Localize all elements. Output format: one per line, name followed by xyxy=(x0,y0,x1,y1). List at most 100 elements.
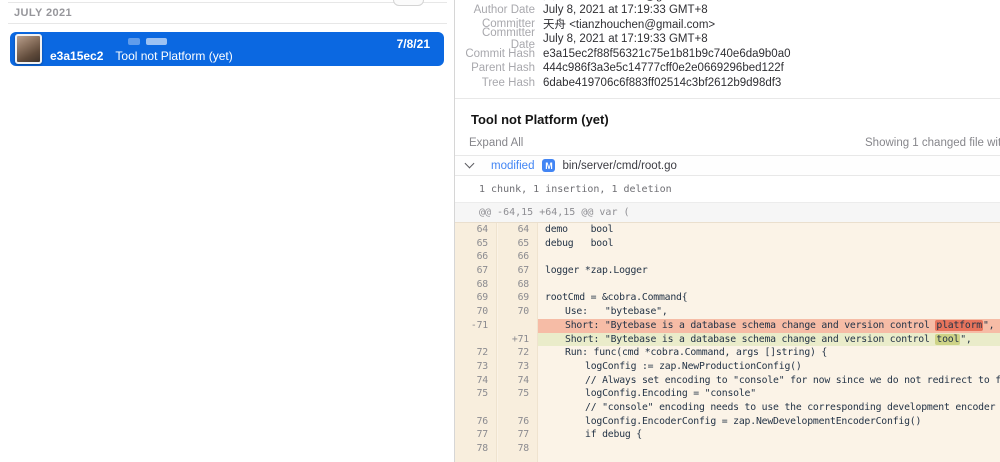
metadata-value: July 8, 2021 at 17:19:33 GMT+8 xyxy=(543,4,708,16)
new-line-number: 73 xyxy=(497,360,538,374)
metadata-row: Committer天舟 <tianzhouchen@gmail.com> xyxy=(455,17,1000,32)
code-line: if debug { xyxy=(538,428,1000,442)
diff-row: -71 Short: "Bytebase is a database schema… xyxy=(455,319,1000,333)
new-line-number xyxy=(497,319,538,333)
file-path: bin/server/cmd/root.go xyxy=(562,160,676,172)
metadata-row: Committer DateJuly 8, 2021 at 17:19:33 G… xyxy=(455,32,1000,47)
old-line-number: 74 xyxy=(455,374,497,388)
old-line-number: 76 xyxy=(455,415,497,429)
metadata-row: Commit Hash e3a15ec2f88f56321c75e1b81b9c7… xyxy=(455,46,1000,61)
diff-row: 6666 xyxy=(455,250,1000,264)
code-line: debug bool xyxy=(538,237,1000,251)
clipped-control-fragment xyxy=(393,0,424,6)
new-line-number: +71 xyxy=(497,333,538,347)
code-line xyxy=(538,250,1000,264)
code-line: logConfig.EncoderConfig = zap.NewDevelop… xyxy=(538,415,1000,429)
old-line-number: 66 xyxy=(455,250,497,264)
diff-row: 7070Use: "bytebase", xyxy=(455,305,1000,319)
old-line-number: 64 xyxy=(455,223,497,237)
new-line-number: 64 xyxy=(497,223,538,237)
metadata-label: Author Date xyxy=(455,4,535,16)
code-line: logConfig.Encoding = "console" xyxy=(538,387,1000,401)
code-line: Use: "bytebase", xyxy=(538,305,1000,319)
author-avatar xyxy=(15,34,42,64)
file-diff-header[interactable]: modified M bin/server/cmd/root.go xyxy=(455,155,1000,176)
old-line-number xyxy=(455,401,497,415)
diff-toolbar: Expand All Showing 1 changed file with 1… xyxy=(455,136,1000,153)
commit-message: Tool not Platform (yet) xyxy=(115,49,232,63)
diff-row: 7474// Always set encoding to "console" … xyxy=(455,374,1000,388)
changed-files-summary: Showing 1 changed file with 1 add xyxy=(865,137,1000,149)
new-line-number xyxy=(497,401,538,415)
old-line-number: 75 xyxy=(455,387,497,401)
git-client-window: JULY 2021 e3a15ec2 Tool not Platform (yet… xyxy=(0,0,1000,462)
metadata-label: Parent Hash xyxy=(455,62,535,74)
new-line-number: 65 xyxy=(497,237,538,251)
old-line-number: 72 xyxy=(455,346,497,360)
commit-detail-panel: Author 天舟 <tianzhouchen@gmail.com> Author … xyxy=(455,0,1000,462)
changed-token: platform xyxy=(935,320,983,331)
metadata-value: e3a15ec2f88f56321c75e1b81b9c740e6da9b0a0 xyxy=(543,48,791,60)
metadata-value: July 8, 2021 at 17:19:33 GMT+8 xyxy=(543,33,708,45)
new-line-number: 76 xyxy=(497,415,538,429)
old-line-number: 77 xyxy=(455,428,497,442)
metadata-row: Parent Hash444c986f3a3e5c14777cff0e2e066… xyxy=(455,61,1000,76)
modified-badge: M xyxy=(542,159,555,172)
code-line: logConfig := zap.NewProductionConfig() xyxy=(538,360,1000,374)
commit-title: Tool not Platform (yet) xyxy=(455,99,1000,127)
new-line-number: 67 xyxy=(497,264,538,278)
old-line-number: -71 xyxy=(455,319,497,333)
commit-group-header: JULY 2021 xyxy=(8,2,447,24)
hunk-header: @@ -64,15 +64,15 @@ var ( xyxy=(455,202,1000,223)
expand-all-button[interactable]: Expand All xyxy=(469,137,523,149)
metadata-label: Tree Hash xyxy=(455,77,535,89)
code-line xyxy=(538,442,1000,456)
ref-chip xyxy=(146,38,167,45)
old-line-number xyxy=(455,333,497,347)
commit-list-item-selected[interactable]: e3a15ec2 Tool not Platform (yet) 7/8/21 xyxy=(10,32,444,66)
code-line: // Always set encoding to "console" for … xyxy=(538,374,1000,388)
metadata-label: Commit Hash xyxy=(455,48,535,60)
code-line: Run: func(cmd *cobra.Command, args []str… xyxy=(538,346,1000,360)
old-line-number: 70 xyxy=(455,305,497,319)
chevron-down-icon[interactable] xyxy=(465,159,475,169)
diff-view[interactable]: 6464demo bool6565debug bool66666767logge… xyxy=(455,223,1000,462)
diff-row: 7777if debug { xyxy=(455,428,1000,442)
metadata-row: Tree Hash6dabe419706c6f883ff02514c3bf261… xyxy=(455,76,1000,91)
diff-row: 7676logConfig.EncoderConfig = zap.NewDev… xyxy=(455,415,1000,429)
commit-list-panel: JULY 2021 e3a15ec2 Tool not Platform (yet… xyxy=(0,0,455,462)
diff-row: 7272Run: func(cmd *cobra.Command, args [… xyxy=(455,346,1000,360)
new-line-number: 75 xyxy=(497,387,538,401)
new-line-number: 74 xyxy=(497,374,538,388)
new-line-number: 69 xyxy=(497,291,538,305)
code-line: Short: "Bytebase is a database schema ch… xyxy=(538,333,1000,347)
new-line-number: 72 xyxy=(497,346,538,360)
metadata-value: 天舟 <tianzhouchen@gmail.com> xyxy=(543,0,715,3)
old-line-number: 67 xyxy=(455,264,497,278)
diff-row: 6969rootCmd = &cobra.Command{ xyxy=(455,291,1000,305)
code-line: // "console" encoding needs to use the c… xyxy=(538,401,1000,415)
metadata-label: Author xyxy=(455,0,535,1)
commit-summary-line: e3a15ec2 Tool not Platform (yet) xyxy=(50,49,233,63)
diff-row: 7878 xyxy=(455,442,1000,456)
old-line-number: 69 xyxy=(455,291,497,305)
diff-row: 7575logConfig.Encoding = "console" xyxy=(455,387,1000,401)
commit-hash-short: e3a15ec2 xyxy=(50,49,103,63)
old-line-number: 78 xyxy=(455,442,497,456)
commit-metadata: Author 天舟 <tianzhouchen@gmail.com> Author … xyxy=(455,0,1000,99)
code-line: logger *zap.Logger xyxy=(538,264,1000,278)
code-line: rootCmd = &cobra.Command{ xyxy=(538,291,1000,305)
new-line-number: 66 xyxy=(497,250,538,264)
new-line-number: 77 xyxy=(497,428,538,442)
code-line xyxy=(538,278,1000,292)
new-line-number: 68 xyxy=(497,278,538,292)
code-line: demo bool xyxy=(538,223,1000,237)
diff-row: 6464demo bool xyxy=(455,223,1000,237)
code-line: Short: "Bytebase is a database schema ch… xyxy=(538,319,1000,333)
diff-row: // "console" encoding needs to use the c… xyxy=(455,401,1000,415)
new-line-number: 70 xyxy=(497,305,538,319)
diff-row: 6868 xyxy=(455,278,1000,292)
commit-date-badge: 7/8/21 xyxy=(397,37,430,51)
file-change-stats: 1 chunk, 1 insertion, 1 deletion xyxy=(455,176,1000,202)
old-line-number: 65 xyxy=(455,237,497,251)
